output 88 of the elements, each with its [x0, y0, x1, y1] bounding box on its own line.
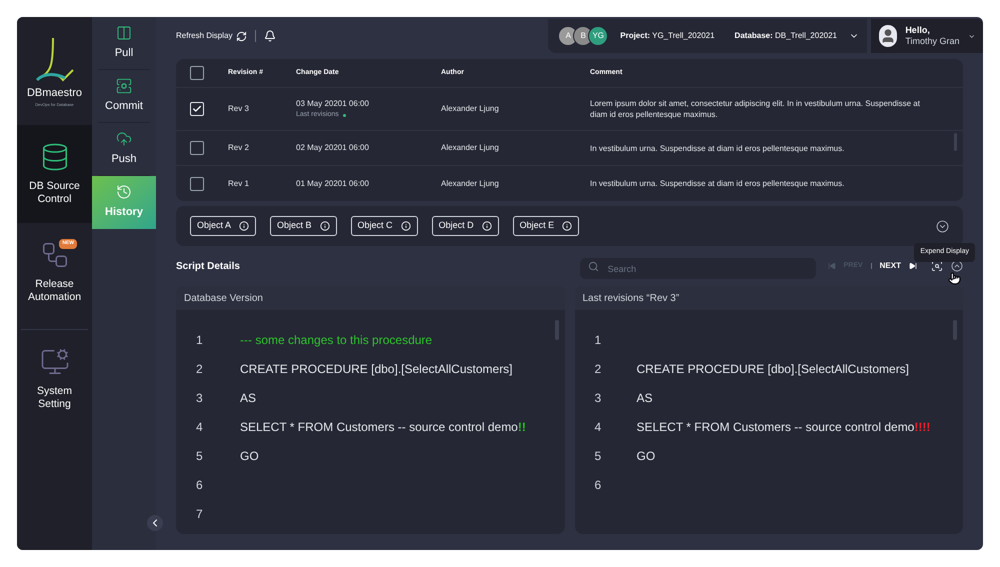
user-name: Timothy Gran — [905, 36, 960, 48]
collapse-button[interactable] — [147, 515, 163, 531]
object-tag[interactable]: Object A — [190, 216, 256, 236]
code-line: AS — [636, 390, 654, 407]
hand-cursor-icon — [948, 272, 961, 285]
line-number: 3 — [196, 390, 204, 407]
panel-title: Database Version — [176, 286, 564, 310]
search-icon — [588, 260, 599, 272]
code-line: SELECT * FROM Customers -- source control demo!! — [240, 419, 526, 436]
nav-label: Release Automation — [26, 278, 82, 304]
table-cell-text: Rev 3 — [227, 103, 250, 115]
checkbox[interactable] — [190, 141, 204, 155]
info-icon — [320, 221, 330, 231]
code-line: SELECT * FROM Customers -- source control demo!!!! — [636, 419, 930, 436]
table-cell-text: In vestibulum urna. Suspendisse at diam id eros pellentesque maximus. — [590, 178, 846, 189]
subnav-label: Pull — [114, 46, 134, 61]
subnav-icon — [116, 130, 132, 147]
line-number: 5 — [196, 448, 204, 465]
info-icon — [482, 221, 492, 231]
info-icon — [400, 221, 411, 231]
table-cell-text: 01 May 20201 06:00 — [296, 178, 370, 190]
subnav-item[interactable]: Pull — [98, 17, 150, 70]
greeting: Hello, — [905, 24, 931, 36]
line-number: 2 — [594, 361, 602, 378]
check-icon — [192, 104, 202, 114]
table-cell-text: Lorem ipsum dolor sit amet, consectetur adipiscing elit. In in vestibulum urna. Suspendisse at diam id eros pellentesque maximus. — [590, 98, 921, 120]
line-number: 1 — [594, 332, 602, 349]
info-icon — [239, 221, 250, 231]
expand-display-icon[interactable] — [931, 260, 943, 272]
line-number: 6 — [196, 477, 204, 494]
code-line: CREATE PROCEDURE [dbo].[SelectAllCustomers] — [636, 361, 910, 378]
subnav-icon — [116, 78, 132, 94]
expand-icon[interactable] — [936, 220, 949, 232]
code-line: GO — [240, 448, 260, 465]
line-number: 6 — [594, 477, 602, 494]
subnav-icon — [116, 24, 132, 41]
line-number: 1 — [196, 332, 204, 349]
table-cell-text: 03 May 20201 06:00 — [296, 98, 370, 110]
code-line: CREATE PROCEDURE [dbo].[SelectAllCustomers] — [240, 361, 514, 378]
subnav-item[interactable]: Commit — [98, 70, 150, 123]
code-comment: --- some changes to this procesdure — [240, 332, 434, 349]
next-button[interactable]: NEXT — [880, 260, 901, 272]
nav-icon — [40, 346, 70, 377]
refresh-button[interactable]: Refresh Display — [176, 30, 248, 42]
object-tag[interactable]: Object B — [270, 216, 337, 236]
table-cell-text: Rev 2 — [227, 142, 250, 154]
panel-title: Last revisions “Rev 3” — [574, 286, 963, 310]
object-tag[interactable]: Object E — [512, 216, 580, 236]
line-number: 2 — [196, 361, 204, 378]
nav-label: System Setting — [36, 384, 73, 412]
table-cell-text: Alexander Ljung — [441, 142, 500, 154]
table-cell-text: Rev 1 — [227, 178, 250, 190]
code-line: AS — [240, 390, 258, 407]
object-tag[interactable]: Object D — [432, 216, 499, 236]
nav-item[interactable]: DB Source Control — [17, 125, 92, 223]
refresh-icon — [236, 30, 248, 42]
object-tag[interactable]: Object C — [350, 216, 418, 236]
section-title: Script Details — [176, 260, 240, 274]
nav-item[interactable]: System Setting — [17, 330, 92, 428]
database-info: Database: DB_Trell_202021 — [734, 30, 837, 42]
table-cell-text: In vestibulum urna. Suspendisse at diam id eros pellentesque maximus. — [590, 142, 846, 154]
subnav-label: Commit — [105, 98, 143, 114]
line-number: 4 — [196, 419, 204, 436]
search-field[interactable]: Search — [580, 258, 816, 279]
table-cell-text: Alexander Ljung — [441, 103, 500, 115]
line-number: 3 — [594, 390, 602, 407]
table-row[interactable]: Rev 2 02 May 20201 06:00 Alexander Ljung In vestibulum urna. Suspendisse at diam id eros pellentesque maximus. — [176, 131, 963, 166]
project-info: Project: YG_Trell_202021 — [620, 30, 715, 42]
user-menu[interactable]: Hello, Timothy Gran — [871, 19, 983, 53]
checkbox[interactable] — [190, 176, 204, 190]
subnav-icon — [116, 184, 132, 200]
user-icon — [880, 28, 896, 44]
line-number: 7 — [196, 506, 204, 523]
table-cell-text: 02 May 20201 06:00 — [296, 142, 370, 154]
avatar: YG — [588, 26, 608, 46]
last-icon[interactable] — [909, 262, 917, 270]
code-line: GO — [636, 448, 656, 465]
nav-label: DB Source Control — [28, 180, 81, 206]
info-icon — [562, 221, 572, 231]
line-number: 4 — [594, 419, 602, 436]
checkbox[interactable] — [190, 66, 204, 80]
bell-icon[interactable] — [264, 30, 276, 42]
brand-name: DBmaestro — [26, 88, 82, 98]
table-cell-text: Alexander Ljung — [441, 178, 500, 190]
table-row[interactable]: Rev 1 01 May 20201 06:00 Alexander Ljung In vestibulum urna. Suspendisse at diam id eros pellentesque maximus. — [176, 166, 963, 201]
subnav-label: Push — [111, 152, 137, 167]
line-number: 5 — [594, 448, 602, 465]
subnav-label: History — [105, 205, 143, 220]
